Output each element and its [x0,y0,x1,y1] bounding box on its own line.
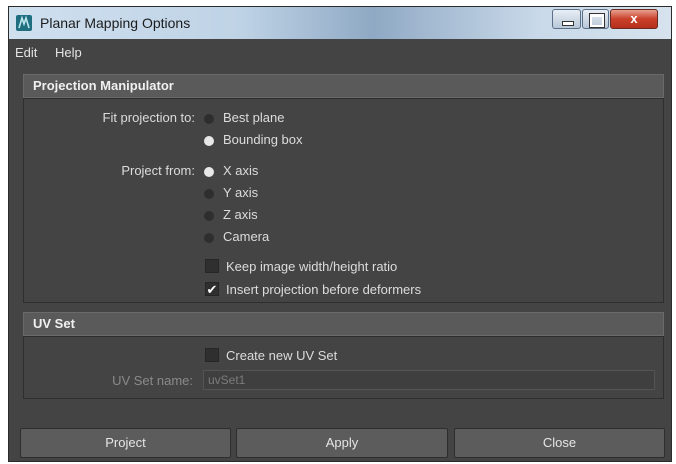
insert-projection-checkbox[interactable]: ✔ [205,282,219,296]
window-title: Planar Mapping Options [40,15,191,31]
project-button[interactable]: Project [20,428,231,458]
apply-button[interactable]: Apply [236,428,448,458]
maximize-button[interactable] [582,9,609,29]
camera-label[interactable]: Camera [223,229,269,244]
best-plane-label[interactable]: Best plane [223,110,284,125]
menu-edit[interactable]: Edit [15,45,37,60]
bounding-box-radio[interactable] [204,136,214,146]
maya-app-icon [16,15,32,31]
projection-manipulator-header[interactable]: Projection Manipulator [23,74,664,98]
create-new-uv-set-checkbox[interactable] [205,348,219,362]
close-button[interactable]: Close [454,428,665,458]
title-bar[interactable]: Planar Mapping Options x [9,7,671,39]
create-new-uv-set-label[interactable]: Create new UV Set [226,348,337,363]
menu-bar: Edit Help [9,41,671,63]
y-axis-label[interactable]: Y axis [223,185,258,200]
y-axis-radio[interactable] [204,189,214,199]
bounding-box-label[interactable]: Bounding box [223,132,303,147]
x-axis-label[interactable]: X axis [223,163,258,178]
menu-help[interactable]: Help [55,45,82,60]
best-plane-radio[interactable] [204,114,214,124]
fit-projection-label: Fit projection to: [102,110,196,125]
planar-mapping-options-window: Planar Mapping Options x Edit Help Proje… [8,6,672,462]
z-axis-radio[interactable] [204,211,214,221]
z-axis-label[interactable]: Z axis [223,207,258,222]
insert-projection-label[interactable]: Insert projection before deformers [226,282,421,297]
minimize-button[interactable] [552,9,581,29]
minimize-icon [562,21,574,26]
uv-set-name-label: UV Set name: [112,373,193,388]
camera-radio[interactable] [204,233,214,243]
close-window-button[interactable]: x [610,9,658,29]
project-from-label: Project from: [121,163,195,178]
x-axis-radio[interactable] [204,167,214,177]
close-icon: x [630,11,638,26]
keep-ratio-checkbox[interactable] [205,259,219,273]
keep-ratio-label[interactable]: Keep image width/height ratio [226,259,397,274]
maximize-icon [590,14,604,27]
uv-set-name-field[interactable]: uvSet1 [203,370,655,390]
uv-set-header[interactable]: UV Set [23,312,664,336]
